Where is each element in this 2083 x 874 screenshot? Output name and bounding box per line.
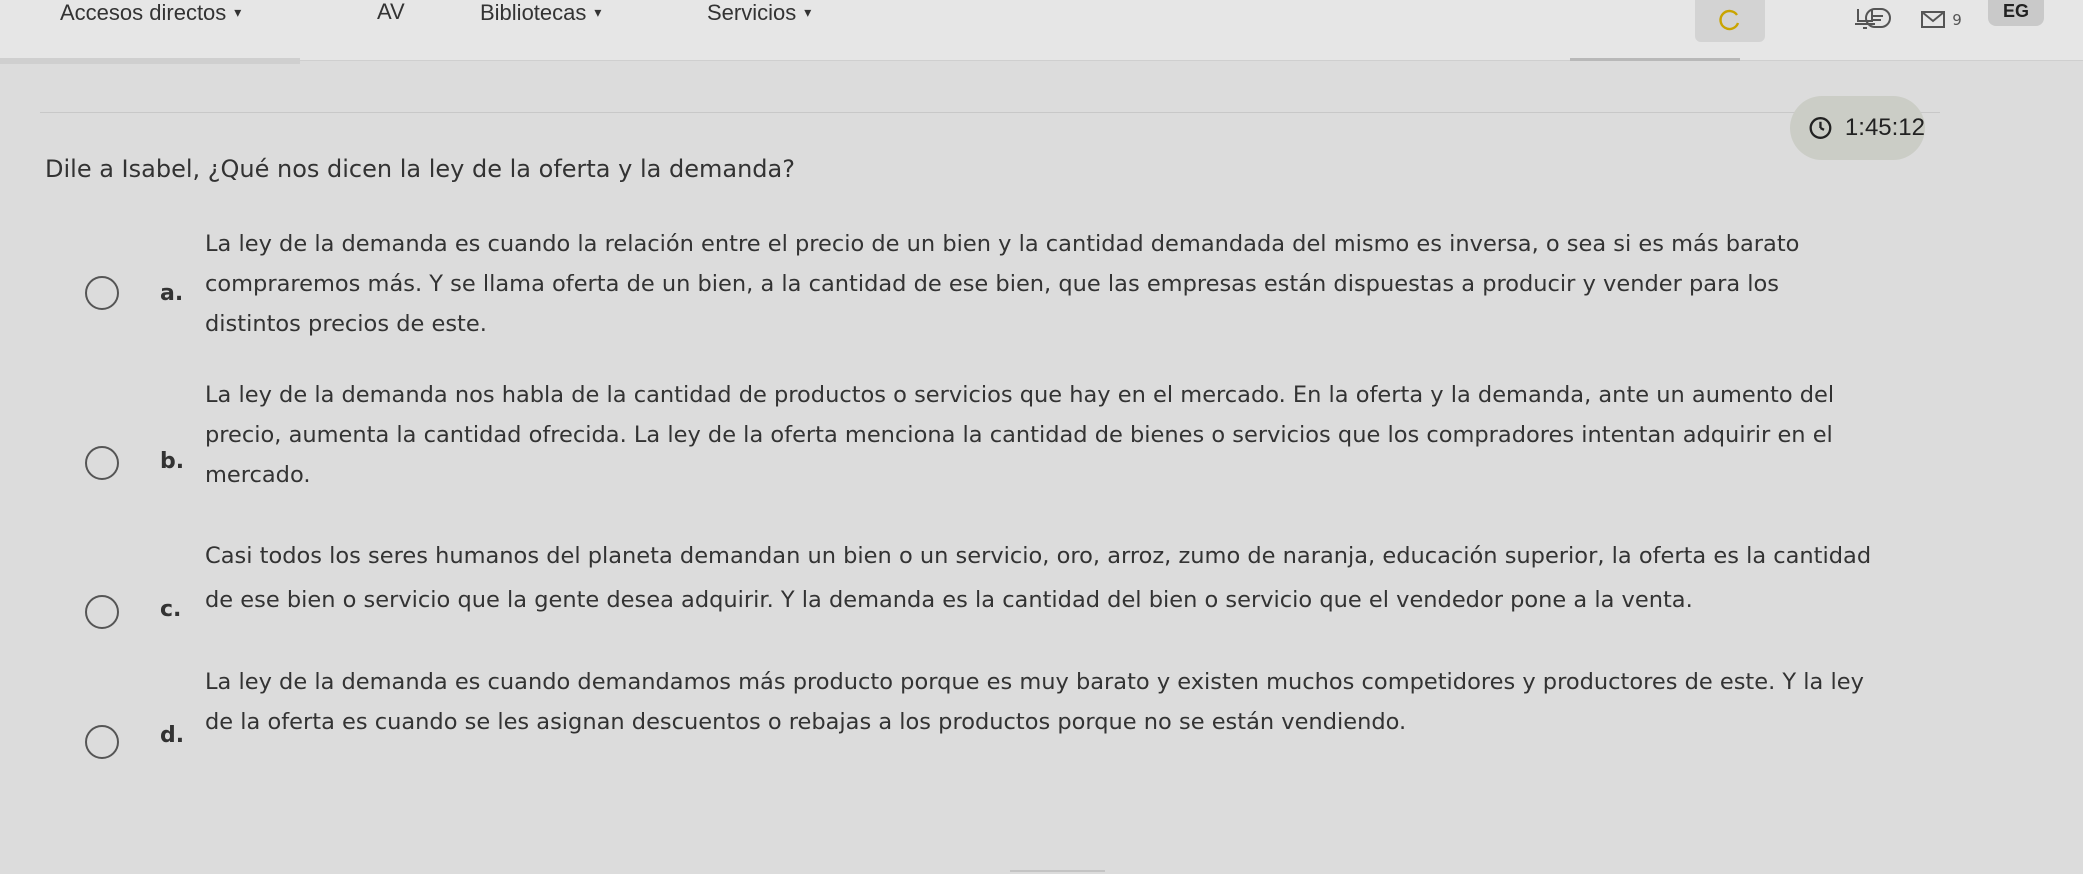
nav-bibliotecas-label: Bibliotecas bbox=[480, 0, 587, 25]
option-b-line-1: La ley de la demanda nos habla de la can… bbox=[205, 382, 1835, 408]
option-c-radio[interactable] bbox=[85, 595, 119, 629]
option-c-line-2: de ese bien o servicio que la gente dese… bbox=[205, 587, 1693, 613]
option-b[interactable]: b. La ley de la demanda nos habla de la … bbox=[85, 376, 1985, 496]
option-d-radio[interactable] bbox=[85, 725, 119, 759]
option-c-line-1: Casi todos los seres humanos del planeta… bbox=[205, 543, 1872, 569]
option-a-line-1: La ley de la demanda es cuando la relaci… bbox=[205, 231, 1800, 257]
option-d-line-1: La ley de la demanda es cuando demandamo… bbox=[205, 669, 1864, 695]
user-avatar[interactable]: EG bbox=[1988, 0, 2044, 26]
option-b-line-2: precio, aumenta la cantidad ofrecida. La… bbox=[205, 422, 1833, 448]
nav-servicios-label: Servicios bbox=[707, 0, 797, 25]
message-bubble-icon[interactable] bbox=[1858, 0, 1898, 40]
option-a-line-3: distintos precios de este. bbox=[205, 311, 487, 337]
timer-value: 1:45:12 bbox=[1844, 114, 1925, 141]
tab-indicator-left bbox=[0, 58, 300, 64]
nav-av[interactable]: AV bbox=[377, 0, 405, 26]
option-d-line-2: de la oferta es cuando se les asignan de… bbox=[205, 709, 1407, 735]
timer-badge: 1:45:12 bbox=[1790, 96, 1925, 160]
option-d-letter: d. bbox=[160, 723, 185, 748]
option-b-radio[interactable] bbox=[85, 446, 119, 480]
option-a-letter: a. bbox=[160, 281, 184, 306]
nav-av-label: AV bbox=[377, 0, 405, 24]
history-icon[interactable] bbox=[1710, 0, 1750, 40]
option-b-line-3: mercado. bbox=[205, 462, 311, 488]
chevron-down-icon: ▾ bbox=[804, 4, 812, 20]
option-a-line-2: compraremos más. Y se llama oferta de un… bbox=[205, 271, 1780, 297]
option-d[interactable]: d. La ley de la demanda es cuando demand… bbox=[85, 663, 1985, 759]
top-navigation-bar: Accesos directos ▾ AV Bibliotecas ▾ Servic… bbox=[0, 0, 2083, 61]
chevron-down-icon: ▾ bbox=[234, 4, 242, 20]
nav-servicios[interactable]: Servicios ▾ bbox=[707, 0, 811, 26]
mail-badge-count: 9 bbox=[1952, 11, 1962, 29]
nav-accesos-directos[interactable]: Accesos directos ▾ bbox=[60, 0, 241, 26]
option-a-radio[interactable] bbox=[85, 276, 119, 310]
tab-indicator-right bbox=[1570, 58, 1740, 61]
option-a[interactable]: a. La ley de la demanda es cuando la rel… bbox=[85, 225, 1985, 345]
content-divider bbox=[40, 112, 1940, 113]
mail-icon[interactable]: 9 bbox=[1918, 0, 1964, 40]
question-text: Dile a Isabel, ¿Qué nos dicen la ley de … bbox=[45, 155, 795, 183]
option-c-letter: c. bbox=[160, 597, 182, 622]
option-c[interactable]: c. Casi todos los seres humanos del plan… bbox=[85, 537, 1985, 629]
nav-bibliotecas[interactable]: Bibliotecas ▾ bbox=[480, 0, 601, 26]
bottom-divider bbox=[1010, 870, 1105, 872]
clock-icon bbox=[1809, 117, 1832, 139]
chevron-down-icon: ▾ bbox=[594, 4, 602, 20]
option-b-letter: b. bbox=[160, 449, 185, 474]
nav-accesos-label: Accesos directos bbox=[60, 0, 227, 25]
